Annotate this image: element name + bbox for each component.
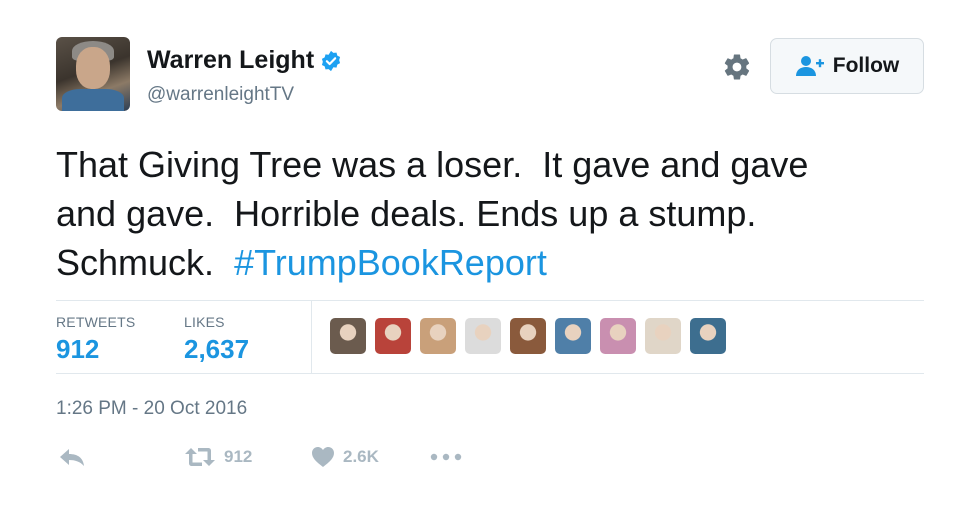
likes-label: LIKES (184, 314, 225, 330)
avatar-face (76, 47, 110, 89)
avatar-shirt (62, 89, 124, 111)
retweets-label: RETWEETS (56, 314, 136, 330)
like-action-count: 2.6K (343, 447, 379, 466)
verified-badge-icon (322, 50, 341, 71)
liker-avatar[interactable] (690, 318, 726, 354)
follow-button-label: Follow (832, 54, 900, 77)
liker-avatar[interactable] (330, 318, 366, 354)
more-icon (430, 453, 462, 461)
tweet-line-3-text: Schmuck. (56, 242, 235, 283)
reply-icon (60, 449, 84, 466)
liker-avatars (330, 318, 735, 354)
retweet-icon (185, 448, 215, 466)
likes-count[interactable]: 2,637 (184, 334, 249, 365)
tweet-timestamp[interactable]: 1:26 PM - 20 Oct 2016 (56, 398, 247, 420)
gear-icon[interactable] (722, 52, 752, 82)
user-handle[interactable]: @warrenleightTV (147, 84, 294, 106)
stats-bottom-divider (56, 373, 924, 374)
retweet-action-count: 912 (224, 447, 253, 466)
liker-avatar[interactable] (600, 318, 636, 354)
liker-avatar[interactable] (510, 318, 546, 354)
stats-vertical-divider (311, 300, 312, 373)
add-user-icon (795, 56, 824, 76)
heart-icon (312, 447, 334, 467)
like-button[interactable]: 2.6K (311, 446, 379, 468)
liker-avatar[interactable] (555, 318, 591, 354)
hashtag-link[interactable]: #TrumpBookReport (234, 242, 547, 283)
liker-avatar[interactable] (375, 318, 411, 354)
more-button[interactable] (430, 446, 462, 468)
stats-top-divider (56, 300, 924, 301)
liker-avatar[interactable] (465, 318, 501, 354)
follow-button[interactable]: Follow (770, 38, 924, 94)
liker-avatar[interactable] (420, 318, 456, 354)
tweet-line-3: Schmuck. #TrumpBookReport (56, 238, 936, 287)
user-name[interactable]: Warren Leight (147, 46, 314, 75)
tweet-text: That Giving Tree was a loser. It gave an… (56, 140, 936, 287)
user-name-row: Warren Leight (147, 46, 342, 75)
tweet-line-2: and gave. Horrible deals. Ends up a stum… (56, 193, 757, 234)
liker-avatar[interactable] (645, 318, 681, 354)
tweet-line-1: That Giving Tree was a loser. It gave an… (56, 144, 809, 185)
avatar[interactable] (56, 37, 130, 111)
retweets-count[interactable]: 912 (56, 334, 99, 365)
reply-button[interactable] (58, 446, 86, 468)
retweet-button[interactable]: 912 (184, 446, 252, 468)
